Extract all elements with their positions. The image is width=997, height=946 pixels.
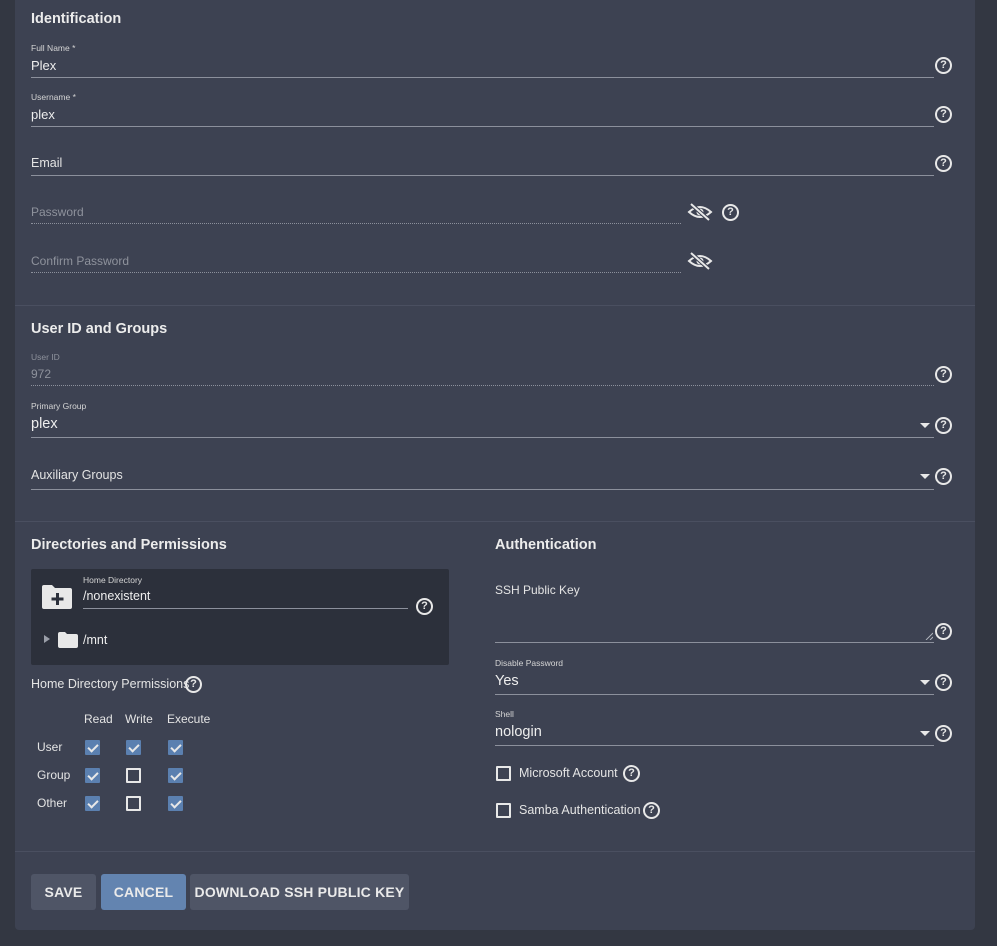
- password-input[interactable]: Password: [31, 205, 84, 219]
- other-write-checkbox[interactable]: [126, 796, 141, 811]
- user-form-card: Identification Full Name * Plex ? Userna…: [15, 0, 975, 930]
- group-execute-checkbox[interactable]: [168, 768, 183, 783]
- user-id-input: 972: [31, 367, 52, 381]
- auxiliary-groups-select[interactable]: Auxiliary Groups: [31, 468, 123, 482]
- directories-title: Directories and Permissions: [31, 537, 227, 553]
- group-write-checkbox[interactable]: [126, 768, 141, 783]
- auxiliary-groups-dropdown-icon[interactable]: [920, 474, 930, 479]
- confirm-password-input[interactable]: Confirm Password: [31, 254, 129, 268]
- tree-item-mnt[interactable]: /mnt: [83, 633, 107, 647]
- identification-title: Identification: [31, 11, 122, 27]
- home-directory-explorer: Home Directory /nonexistent ? /mnt: [31, 569, 449, 665]
- home-permissions-label: Home Directory Permissions: [31, 677, 190, 691]
- expand-arrow-icon[interactable]: [44, 635, 50, 643]
- microsoft-account-help-icon[interactable]: ?: [623, 765, 640, 782]
- disable-password-label: Disable Password: [495, 658, 564, 668]
- other-execute-checkbox[interactable]: [168, 796, 183, 811]
- ssh-public-key-underline: [495, 642, 934, 643]
- disable-password-help-icon[interactable]: ?: [935, 674, 952, 691]
- authentication-title: Authentication: [495, 537, 597, 553]
- ssh-public-key-label: SSH Public Key: [495, 583, 580, 597]
- username-underline: [31, 126, 934, 127]
- ssh-public-key-help-icon[interactable]: ?: [935, 623, 952, 640]
- perm-column-write: Write: [125, 712, 153, 726]
- actions-divider: [15, 851, 975, 852]
- full-name-label: Full Name *: [31, 43, 76, 53]
- samba-authentication-label[interactable]: Samba Authentication: [519, 803, 641, 817]
- home-directory-help-icon[interactable]: ?: [416, 598, 433, 615]
- user-read-checkbox[interactable]: [85, 740, 100, 755]
- username-help-icon[interactable]: ?: [935, 106, 952, 123]
- user-id-label: User ID: [31, 352, 60, 362]
- perm-row-other: Other: [37, 796, 68, 810]
- password-help-icon[interactable]: ?: [722, 204, 739, 221]
- email-input[interactable]: Email: [31, 156, 62, 170]
- ssh-public-key-textarea[interactable]: [495, 600, 934, 642]
- group-read-checkbox[interactable]: [85, 768, 100, 783]
- section-divider: [15, 521, 975, 522]
- microsoft-account-label[interactable]: Microsoft Account: [519, 766, 618, 780]
- primary-group-label: Primary Group: [31, 401, 87, 411]
- resize-handle-icon[interactable]: [925, 632, 933, 640]
- confirm-password-visibility-off-icon[interactable]: [687, 252, 713, 270]
- samba-authentication-help-icon[interactable]: ?: [643, 802, 660, 819]
- perm-row-user: User: [37, 740, 63, 754]
- home-directory-input[interactable]: /nonexistent: [83, 589, 150, 603]
- primary-group-help-icon[interactable]: ?: [935, 417, 952, 434]
- user-execute-checkbox[interactable]: [168, 740, 183, 755]
- email-underline: [31, 175, 934, 176]
- shell-label: Shell: [495, 709, 514, 719]
- disable-password-select[interactable]: Yes: [495, 673, 519, 689]
- primary-group-select[interactable]: plex: [31, 416, 58, 432]
- primary-group-underline: [31, 437, 934, 438]
- download-ssh-key-button[interactable]: DOWNLOAD SSH PUBLIC KEY: [190, 874, 409, 910]
- folder-icon: [58, 632, 78, 648]
- save-button[interactable]: SAVE: [31, 874, 96, 910]
- username-input[interactable]: plex: [31, 107, 55, 122]
- samba-authentication-checkbox[interactable]: [496, 803, 511, 818]
- section-divider: [15, 305, 975, 306]
- shell-select[interactable]: nologin: [495, 724, 542, 740]
- username-label: Username *: [31, 92, 76, 102]
- shell-help-icon[interactable]: ?: [935, 725, 952, 742]
- home-permissions-help-icon[interactable]: ?: [185, 676, 202, 693]
- full-name-input[interactable]: Plex: [31, 58, 56, 73]
- other-read-checkbox[interactable]: [85, 796, 100, 811]
- microsoft-account-checkbox[interactable]: [496, 766, 511, 781]
- home-directory-label: Home Directory: [83, 575, 143, 585]
- user-write-checkbox[interactable]: [126, 740, 141, 755]
- home-directory-underline: [83, 608, 408, 609]
- password-underline: [31, 223, 681, 224]
- cancel-button[interactable]: CANCEL: [101, 874, 186, 910]
- shell-underline: [495, 745, 934, 746]
- auxiliary-groups-help-icon[interactable]: ?: [935, 468, 952, 485]
- full-name-help-icon[interactable]: ?: [935, 57, 952, 74]
- new-folder-icon[interactable]: [41, 584, 73, 610]
- shell-dropdown-icon[interactable]: [920, 731, 930, 736]
- user-id-help-icon[interactable]: ?: [935, 366, 952, 383]
- full-name-underline: [31, 77, 934, 78]
- perm-column-execute: Execute: [167, 712, 211, 726]
- user-id-underline: [31, 385, 934, 386]
- user-groups-title: User ID and Groups: [31, 321, 168, 337]
- perm-row-group: Group: [37, 768, 71, 782]
- confirm-password-underline: [31, 272, 681, 273]
- password-visibility-off-icon[interactable]: [687, 203, 713, 221]
- auxiliary-groups-underline: [31, 489, 934, 490]
- primary-group-dropdown-icon[interactable]: [920, 423, 930, 428]
- perm-column-read: Read: [84, 712, 113, 726]
- disable-password-underline: [495, 694, 934, 695]
- disable-password-dropdown-icon[interactable]: [920, 680, 930, 685]
- email-help-icon[interactable]: ?: [935, 155, 952, 172]
